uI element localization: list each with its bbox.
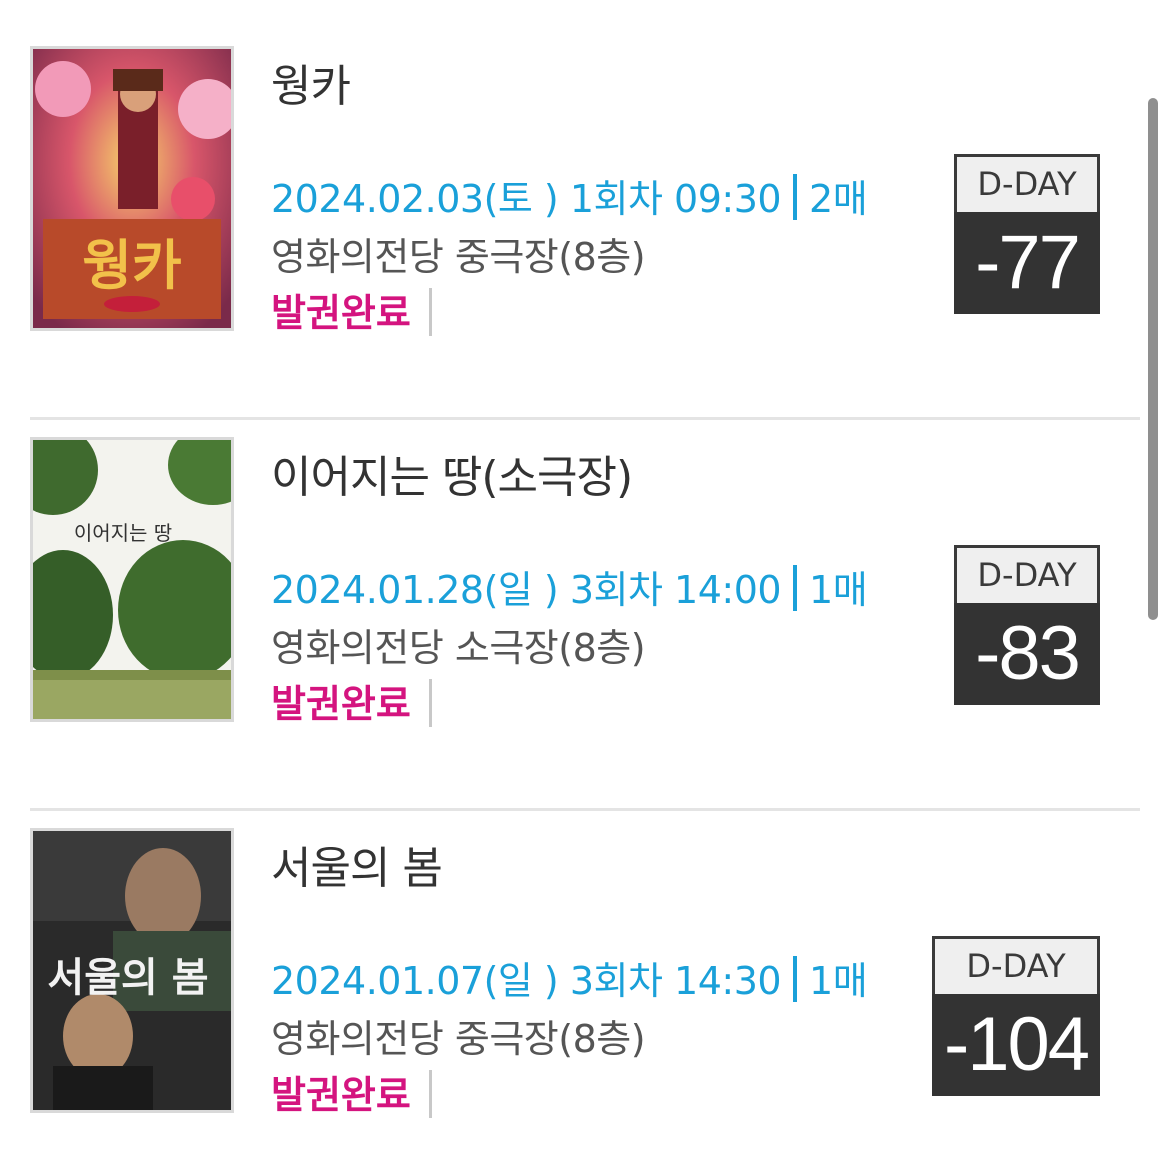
movie-poster[interactable]: 웡카 xyxy=(30,46,234,331)
dday-badge: D-DAY -77 xyxy=(954,154,1100,314)
dday-label: D-DAY xyxy=(954,154,1100,212)
continuous-land-poster-image: 이어지는 땅 xyxy=(33,440,231,719)
movie-title[interactable]: 이어지는 땅(소극장) xyxy=(271,441,633,505)
scrollbar[interactable] xyxy=(1148,98,1158,620)
status-divider xyxy=(428,288,432,336)
showtime-info: 2024.02.03(토 ) 1회차 09:30 2매 xyxy=(271,168,868,223)
ticket-count: 1매 xyxy=(809,568,868,612)
venue-name: 영화의전당 중극장(8층) xyxy=(271,1017,646,1061)
divider xyxy=(793,174,798,220)
dday-value: -83 xyxy=(954,603,1100,705)
ticket-item[interactable]: 이어지는 땅 이어지는 땅(소극장) 2024.01.28(일 ) 3회차 14… xyxy=(30,421,1140,811)
status-text: 발권완료 xyxy=(271,682,411,726)
ticket-status: 발권완료 xyxy=(271,1064,432,1119)
status-divider xyxy=(428,679,432,727)
ticket-status: 발권완료 xyxy=(271,282,432,337)
dday-badge: D-DAY -83 xyxy=(954,545,1100,705)
divider xyxy=(793,565,798,611)
showtime-info: 2024.01.07(일 ) 3회차 14:30 1매 xyxy=(271,950,868,1005)
venue-name: 영화의전당 소극장(8층) xyxy=(271,626,646,670)
svg-text:웡카: 웡카 xyxy=(82,234,181,297)
dday-value: -77 xyxy=(954,212,1100,314)
movie-title[interactable]: 서울의 봄 xyxy=(271,832,443,896)
status-text: 발권완료 xyxy=(271,291,411,335)
seoul-spring-poster-image: 서울의 봄 xyxy=(33,831,231,1110)
show-date: 2024.02.03(토 ) xyxy=(271,177,559,221)
show-date: 2024.01.07(일 ) xyxy=(271,959,559,1003)
ticket-item[interactable]: 서울의 봄 서울의 봄 2024.01.07(일 ) 3회차 14:30 1매 영… xyxy=(30,812,1140,1171)
status-divider xyxy=(428,1070,432,1118)
movie-poster[interactable]: 서울의 봄 xyxy=(30,828,234,1113)
ticket-count: 1매 xyxy=(809,959,868,1003)
showtime-info: 2024.01.28(일 ) 3회차 14:00 1매 xyxy=(271,559,868,614)
ticket-item[interactable]: 웡카 웡카 2024.02.03(토 ) 1회차 09:30 2매 영화의전당 중… xyxy=(30,30,1140,420)
movie-title[interactable]: 웡카 xyxy=(271,50,351,114)
svg-text:서울의 봄: 서울의 봄 xyxy=(47,954,208,1001)
ticket-status: 발권완료 xyxy=(271,673,432,728)
svg-text:이어지는 땅: 이어지는 땅 xyxy=(74,521,172,545)
dday-label: D-DAY xyxy=(954,545,1100,603)
divider xyxy=(793,956,798,1002)
movie-poster[interactable]: 이어지는 땅 xyxy=(30,437,234,722)
dday-label: D-DAY xyxy=(932,936,1100,994)
dday-value: -104 xyxy=(932,994,1100,1096)
dday-badge: D-DAY -104 xyxy=(932,936,1100,1096)
ticket-list-page: 웡카 웡카 2024.02.03(토 ) 1회차 09:30 2매 영화의전당 중… xyxy=(0,0,1170,1171)
show-date: 2024.01.28(일 ) xyxy=(271,568,559,612)
show-session: 3회차 14:00 xyxy=(569,568,782,612)
show-session: 1회차 09:30 xyxy=(569,177,782,221)
wonka-poster-image: 웡카 xyxy=(33,49,231,328)
status-text: 발권완료 xyxy=(271,1073,411,1117)
show-session: 3회차 14:30 xyxy=(569,959,782,1003)
ticket-count: 2매 xyxy=(809,177,868,221)
venue-name: 영화의전당 중극장(8층) xyxy=(271,235,646,279)
